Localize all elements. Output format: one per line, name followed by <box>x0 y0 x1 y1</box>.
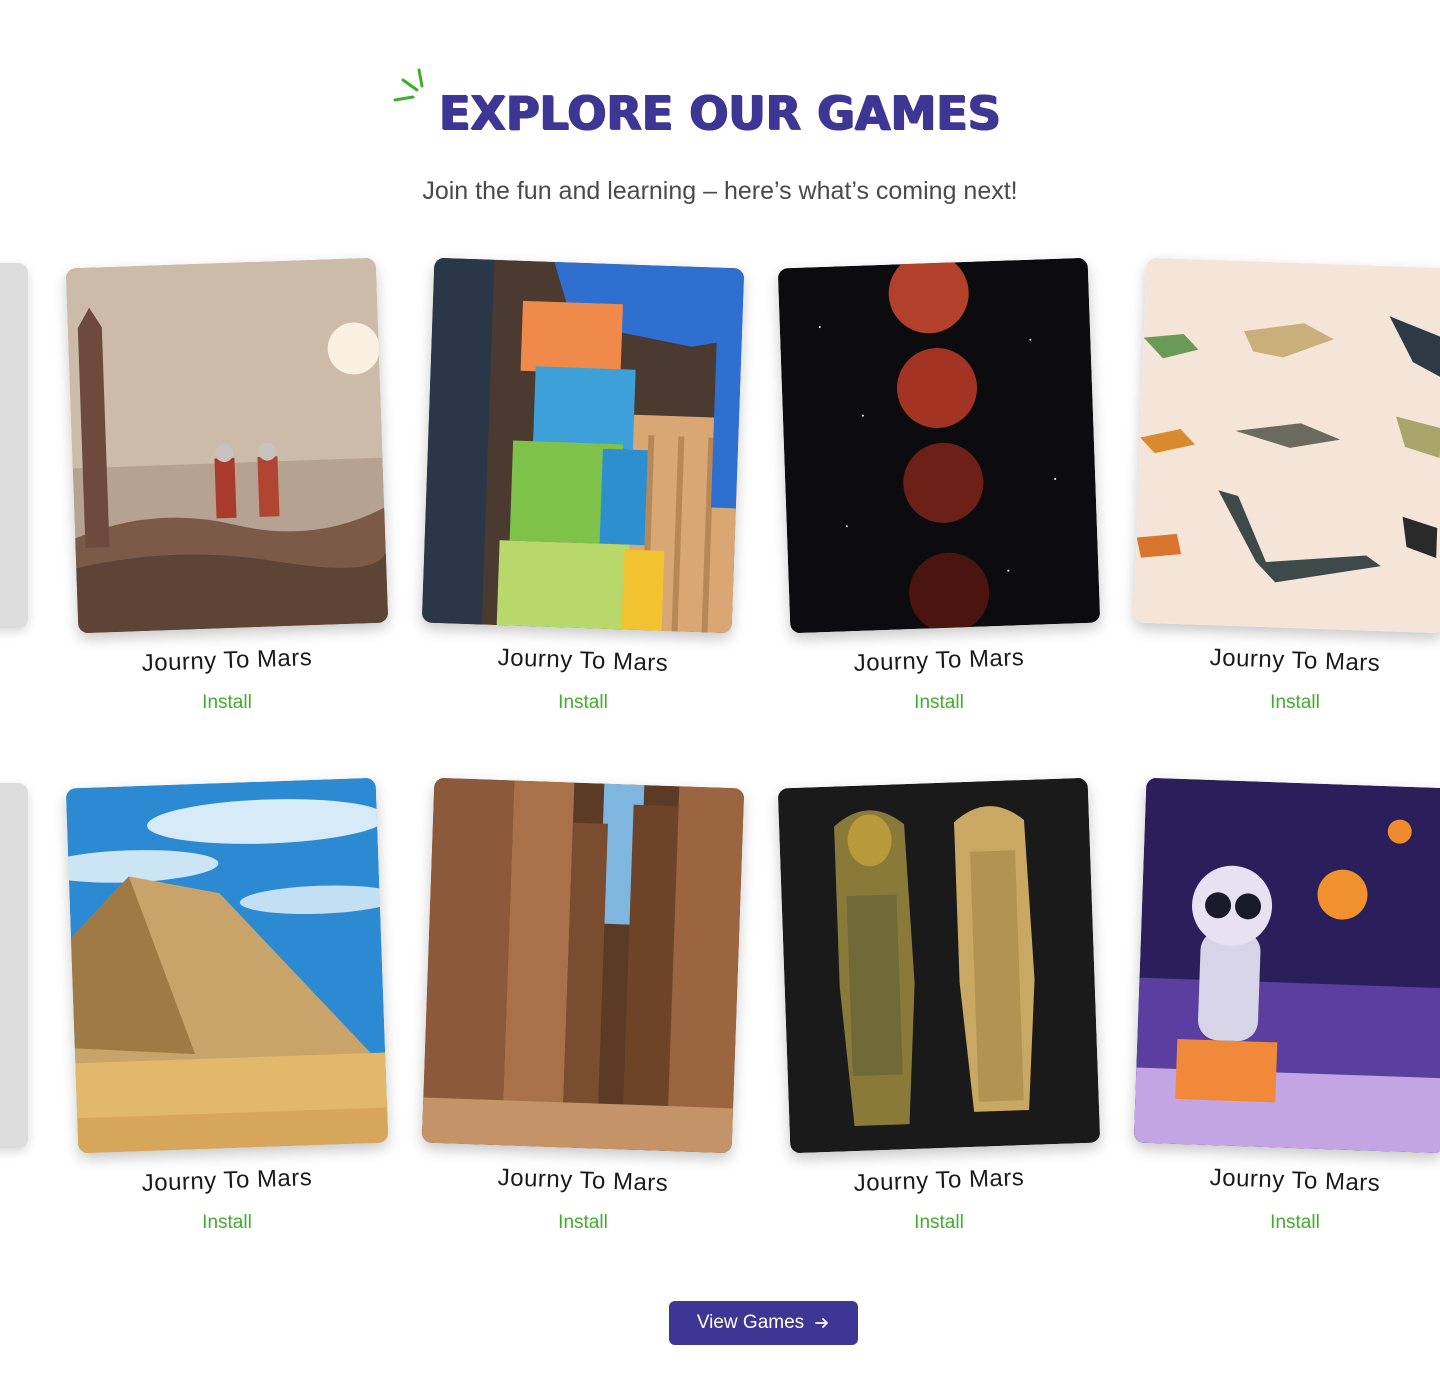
game-card[interactable]: Journy To Mars Install <box>777 777 1101 1243</box>
game-title: Journy To Mars <box>1209 1164 1381 1197</box>
page-subtitle: Join the fun and learning – here’s what’… <box>422 177 1018 205</box>
game-title: Journy To Mars <box>853 1164 1025 1197</box>
game-image-blocks <box>421 257 745 634</box>
game-title: Journy To Mars <box>141 1164 313 1197</box>
install-link[interactable]: Install <box>1140 692 1440 714</box>
game-card[interactable]: Journy To Mars Install <box>421 777 745 1243</box>
carousel-peek-card <box>0 783 28 1148</box>
sparkle-icon <box>393 68 424 102</box>
game-image-mummy <box>1133 777 1440 1154</box>
page-title: EXPLORE OUR GAMES <box>439 86 1001 140</box>
game-title: Journy To Mars <box>141 644 313 677</box>
install-link[interactable]: Install <box>428 1212 738 1234</box>
game-card[interactable]: Journy To Mars Install <box>1133 777 1440 1243</box>
view-games-button[interactable]: View Games <box>669 1301 858 1345</box>
game-card[interactable]: Journy To Mars Install <box>65 777 389 1243</box>
game-card[interactable]: Journy To Mars Install <box>421 257 745 723</box>
carousel-peek-card <box>0 263 28 628</box>
view-games-label: View Games <box>696 1312 805 1333</box>
game-image-dinosaurs <box>1133 257 1440 634</box>
game-title: Journy To Mars <box>497 1164 669 1197</box>
title-wrap: EXPLORE OUR GAMES <box>393 60 1001 140</box>
section-header: EXPLORE OUR GAMES <box>0 60 1440 136</box>
game-image-astronauts <box>65 257 389 634</box>
install-link[interactable]: Install <box>784 1212 1094 1234</box>
game-title: Journy To Mars <box>1209 644 1381 677</box>
install-link[interactable]: Install <box>72 692 382 714</box>
arrow-right-icon <box>815 1318 829 1328</box>
game-title: Journy To Mars <box>497 644 669 677</box>
game-image-eclipse <box>777 257 1101 634</box>
install-link[interactable]: Install <box>1140 1212 1440 1234</box>
game-title: Journy To Mars <box>853 644 1025 677</box>
game-card[interactable]: Journy To Mars Install <box>1133 257 1440 723</box>
install-link[interactable]: Install <box>784 692 1094 714</box>
game-image-sarcophagi <box>777 777 1101 1154</box>
game-image-pyramid <box>65 777 389 1154</box>
game-image-temple-columns <box>421 777 745 1154</box>
install-link[interactable]: Install <box>428 692 738 714</box>
install-link[interactable]: Install <box>72 1212 382 1234</box>
game-card[interactable]: Journy To Mars Install <box>65 257 389 723</box>
game-card[interactable]: Journy To Mars Install <box>777 257 1101 723</box>
